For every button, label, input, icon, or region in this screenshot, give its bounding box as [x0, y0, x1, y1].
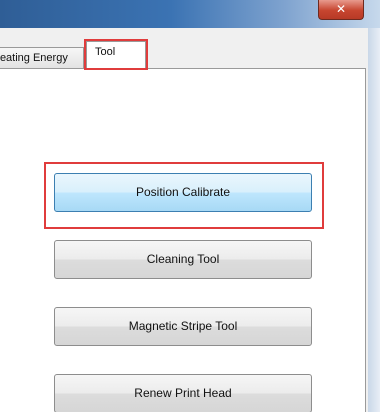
close-icon: ✕	[335, 2, 347, 16]
tab-heating-energy-label: Heating Energy	[0, 52, 68, 64]
title-bar: ✕	[0, 0, 380, 28]
settings-window: ✕ Heating Energy Tool Position Calibrate…	[0, 0, 380, 412]
tab-tool[interactable]: Tool	[86, 41, 146, 69]
window-frame-right-edge	[368, 28, 380, 412]
tab-tool-label: Tool	[95, 46, 116, 58]
position-calibrate-button[interactable]: Position Calibrate	[54, 173, 312, 212]
tab-heating-energy[interactable]: Heating Energy	[0, 47, 84, 68]
renew-print-head-button[interactable]: Renew Print Head	[54, 374, 312, 412]
magnetic-stripe-tool-button[interactable]: Magnetic Stripe Tool	[54, 307, 312, 346]
close-button[interactable]: ✕	[318, 0, 364, 20]
cleaning-tool-button[interactable]: Cleaning Tool	[54, 240, 312, 279]
